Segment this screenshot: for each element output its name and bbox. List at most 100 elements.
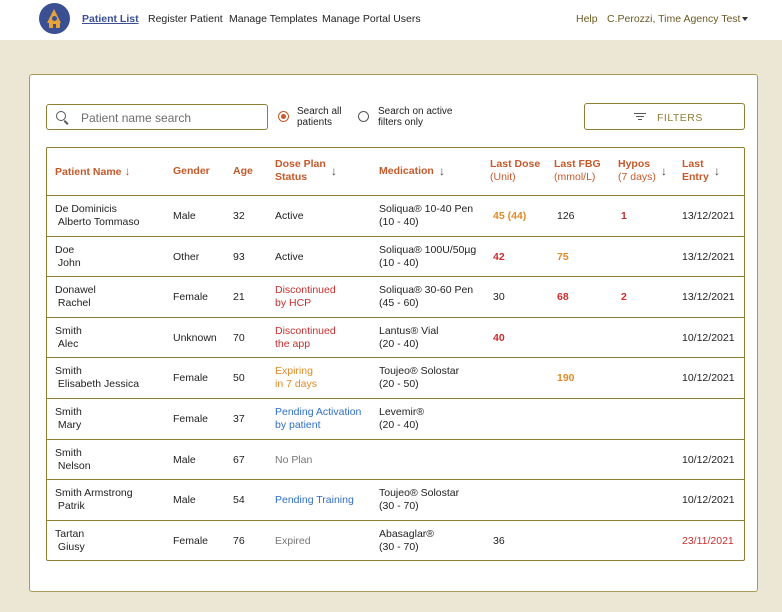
nav-manage-portal-users[interactable]: Manage Portal Users — [322, 13, 421, 25]
patient-gender: Female — [173, 534, 209, 547]
patient-age: 50 — [233, 372, 245, 385]
patient-gender: Unknown — [173, 331, 217, 344]
medication: Levemir® (20 - 40) — [379, 406, 425, 431]
patient-gender: Male — [173, 453, 196, 466]
user-menu[interactable]: C.Perozzi, Time Agency Test — [607, 13, 740, 25]
patient-age: 32 — [233, 210, 245, 222]
search-input[interactable] — [81, 109, 261, 126]
patient-name[interactable]: Donawel Rachel — [55, 284, 96, 310]
radio-search-all-patients[interactable] — [278, 111, 289, 122]
app-logo-icon[interactable] — [39, 3, 70, 34]
patient-age: 67 — [233, 453, 245, 466]
patient-gender: Female — [173, 291, 209, 304]
patient-table: Patient Name ↓ Gender Age Dose Plan Statu… — [46, 147, 745, 561]
last-entry-date: 13/12/2021 — [682, 250, 735, 263]
last-fbg-value: 75 — [557, 250, 569, 263]
patient-name[interactable]: De Dominicis Alberto Tommaso — [55, 203, 139, 229]
table-row[interactable]: De Dominicis Alberto Tommaso Male 32 Active… — [47, 195, 744, 235]
dose-plan-status: Pending Training — [275, 494, 354, 507]
sort-arrow-icon[interactable]: ↓ — [331, 164, 337, 178]
column-header-gender[interactable]: Gender — [173, 165, 210, 178]
patient-age: 76 — [233, 534, 245, 547]
last-fbg-value: 68 — [557, 291, 569, 304]
hypos-count: 1 — [621, 210, 627, 222]
last-fbg-value: 126 — [557, 210, 575, 222]
column-header-last-dose[interactable]: Last Dose (Unit) — [490, 158, 540, 184]
radio-search-active-filters[interactable] — [358, 111, 369, 122]
patient-age: 54 — [233, 494, 245, 507]
column-header-age[interactable]: Age — [233, 165, 253, 178]
column-header-patient-name[interactable]: Patient Name ↓ — [55, 165, 130, 179]
dose-plan-status: Discontinued by HCP — [275, 284, 336, 310]
table-row[interactable]: Doe John Other 93 Active Soliqua® 100U/50µg(… — [47, 235, 744, 276]
nav-patient-list[interactable]: Patient List — [82, 13, 139, 25]
table-row[interactable]: Smith Elisabeth Jessica Female 50 Expiring i… — [47, 357, 744, 397]
radio-search-active-label: Search on active filters only — [378, 106, 453, 128]
hypos-count: 2 — [621, 291, 627, 304]
last-entry-date: 10/12/2021 — [682, 494, 735, 507]
last-dose-value: 30 — [493, 291, 505, 304]
column-header-last-fbg[interactable]: Last FBG (mmol/L) — [554, 158, 601, 184]
medication: Lantus® Vial (20 - 40) — [379, 324, 439, 350]
last-entry-date: 13/12/2021 — [682, 210, 735, 222]
last-dose-value: 42 — [493, 250, 505, 263]
last-dose-value: 36 — [493, 534, 505, 547]
last-fbg-value: 190 — [557, 372, 575, 385]
column-header-last-entry[interactable]: Last Entry — [682, 158, 709, 184]
patient-name[interactable]: Smith Elisabeth Jessica — [55, 365, 139, 391]
search-box[interactable] — [46, 104, 268, 130]
top-navigation-bar: Patient List Register Patient Manage Tem… — [0, 0, 782, 40]
radio-search-all-label: Search all patients — [297, 106, 342, 128]
medication: Abasaglar® (30 - 70) — [379, 527, 435, 553]
dose-plan-status: Expired — [275, 534, 311, 547]
last-entry-date: 10/12/2021 — [682, 453, 735, 466]
patient-gender: Male — [173, 494, 196, 507]
last-dose-value: 40 — [493, 331, 505, 344]
patient-gender: Female — [173, 413, 209, 425]
table-row[interactable]: Donawel Rachel Female 21 Discontinued by HCP… — [47, 276, 744, 316]
patient-list-card: Search allpatients Search on activefilte… — [29, 74, 758, 592]
column-header-dose-plan-status[interactable]: Dose Plan Status — [275, 158, 326, 184]
patient-name[interactable]: Doe John — [55, 244, 81, 270]
table-row[interactable]: Smith Armstrong Patrik Male 54 Pending Trai… — [47, 479, 744, 519]
patient-age: 21 — [233, 291, 245, 304]
filters-button[interactable]: FILTERS — [584, 103, 745, 130]
dose-plan-status: Active — [275, 250, 304, 263]
patient-name[interactable]: Smith Mary — [55, 406, 82, 432]
table-row[interactable]: Tartan Giusy Female 76 Expired Abasaglar® (30… — [47, 519, 744, 560]
sort-arrow-icon[interactable]: ↓ — [439, 164, 445, 178]
dose-plan-status: Expiring in 7 days — [275, 365, 318, 391]
sort-arrow-down-icon: ↓ — [124, 164, 131, 178]
patient-name[interactable]: Smith Alec — [55, 325, 82, 351]
dose-plan-status: Pending Activation by patient — [275, 406, 362, 431]
nav-register-patient[interactable]: Register Patient — [148, 13, 223, 25]
patient-gender: Female — [173, 372, 209, 385]
patient-gender: Other — [173, 250, 200, 263]
search-icon — [56, 111, 66, 121]
sort-arrow-icon[interactable]: ↓ — [714, 164, 720, 178]
patient-age: 37 — [233, 413, 245, 425]
chevron-down-icon[interactable] — [742, 17, 748, 21]
nav-help[interactable]: Help — [576, 13, 598, 25]
patient-age: 70 — [233, 331, 245, 344]
filter-icon — [634, 113, 646, 121]
table-row[interactable]: Smith Nelson Male 67 No Plan 10/12/2021 — [47, 438, 744, 479]
patient-name[interactable]: Smith Armstrong Patrik — [55, 487, 133, 513]
medication: Toujeo® Solostar (30 - 70) — [379, 487, 460, 513]
filters-button-label: FILTERS — [657, 112, 703, 124]
table-row[interactable]: Smith Alec Unknown 70 Discontinued the app La… — [47, 316, 744, 357]
nav-manage-templates[interactable]: Manage Templates — [229, 13, 318, 25]
dose-plan-status: Discontinued the app — [275, 324, 336, 350]
dose-plan-status: Active — [275, 210, 304, 222]
last-entry-date: 10/12/2021 — [682, 372, 735, 385]
patient-name[interactable]: Smith Nelson — [55, 447, 91, 473]
last-entry-date: 23/11/2021 — [682, 534, 734, 547]
last-dose-value: 45 (44) — [493, 210, 527, 222]
last-entry-date: 10/12/2021 — [682, 331, 735, 344]
table-row[interactable]: Smith Mary Female 37 Pending Activation by p… — [47, 398, 744, 438]
column-header-hypos[interactable]: Hypos (7 days) — [618, 158, 656, 184]
sort-arrow-icon[interactable]: ↓ — [661, 164, 667, 178]
medication: Toujeo® Solostar (20 - 50) — [379, 365, 460, 391]
column-header-medication[interactable]: Medication — [379, 165, 434, 178]
patient-name[interactable]: Tartan Giusy — [55, 528, 85, 554]
